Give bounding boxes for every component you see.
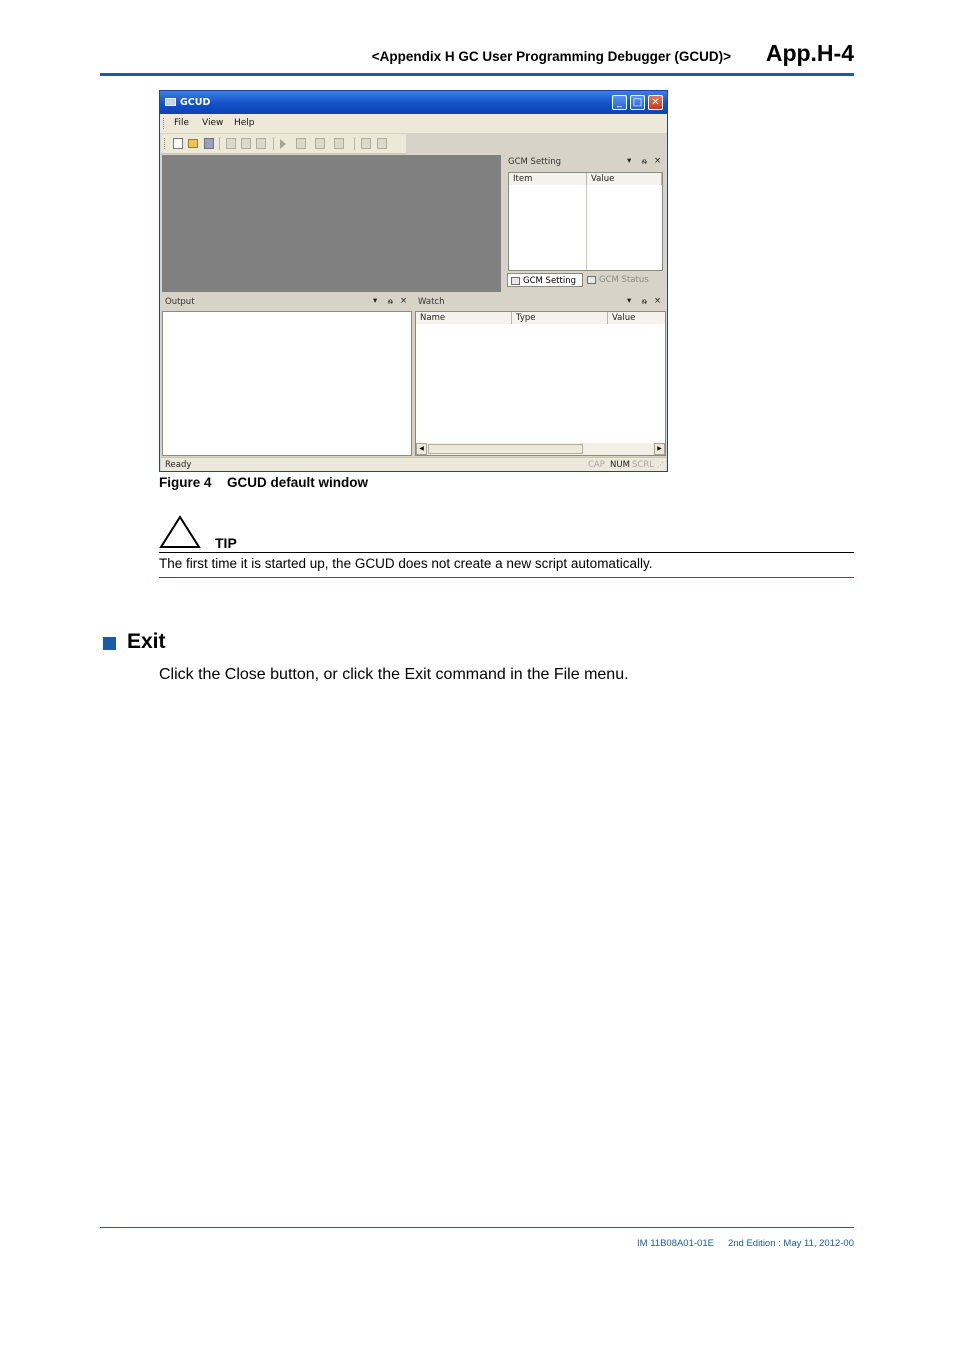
page-footer: IM 11B08A01-01E 2nd Edition : May 11, 201… bbox=[400, 1238, 854, 1249]
scrl-indicator: SCRL bbox=[632, 460, 654, 470]
edition-text: 2nd Edition : May 11, 2012-00 bbox=[727, 1238, 854, 1249]
tip-bottom-rule bbox=[159, 577, 854, 578]
toolbar-separator bbox=[219, 137, 220, 150]
run-icon[interactable] bbox=[280, 139, 286, 149]
header-title: <Appendix H GC User Programming Debugger… bbox=[371, 49, 731, 64]
tip-text: The first time it is started up, the GCU… bbox=[159, 556, 653, 571]
scrollbar-thumb[interactable] bbox=[428, 444, 583, 454]
section-title: Exit bbox=[127, 630, 166, 653]
watch-pane-title: Watch bbox=[418, 297, 445, 307]
mdi-workspace bbox=[162, 155, 501, 292]
close-button[interactable]: ✕ bbox=[648, 95, 663, 110]
gcm-settings-list[interactable]: Item Value bbox=[508, 172, 663, 271]
figure-caption: Figure 4 GCUD default window bbox=[159, 475, 368, 490]
toolbar bbox=[161, 134, 406, 154]
step-into-icon[interactable] bbox=[296, 138, 306, 149]
cut-icon[interactable] bbox=[226, 138, 236, 149]
gcm-pane-title: GCM Setting bbox=[508, 157, 561, 167]
breakpoint-icon[interactable] bbox=[361, 138, 371, 149]
tip-rule bbox=[159, 552, 854, 553]
tip-triangle-icon bbox=[159, 515, 201, 548]
figure-number: Figure 4 bbox=[159, 475, 212, 490]
pane-menu-icon[interactable]: ▾ bbox=[373, 296, 377, 306]
pane-close-icon[interactable]: × bbox=[654, 156, 661, 166]
header-rule bbox=[100, 73, 854, 76]
pin-icon[interactable]: ᵰ bbox=[642, 156, 647, 167]
gcud-window-screenshot: GCUD _ □ ✕ File View Help GCM Setting ▾ … bbox=[159, 90, 668, 472]
pane-close-icon[interactable]: × bbox=[400, 296, 407, 306]
pane-close-icon[interactable]: × bbox=[654, 296, 661, 306]
status-text: Ready bbox=[165, 460, 192, 470]
clear-breakpoints-icon[interactable] bbox=[377, 138, 387, 149]
output-text-area[interactable] bbox=[162, 311, 412, 456]
tab-gcm-status[interactable]: GCM Status bbox=[584, 273, 660, 287]
minimize-button[interactable]: _ bbox=[612, 95, 627, 110]
scroll-left-icon[interactable]: ◀ bbox=[416, 443, 427, 455]
watch-list[interactable]: Name Type Value ◀ ▶ bbox=[415, 311, 666, 456]
new-file-icon[interactable] bbox=[173, 138, 183, 149]
step-out-icon[interactable] bbox=[334, 138, 344, 149]
output-pane-header: Output ▾ ᵰ × bbox=[162, 295, 412, 308]
watch-pane-header: Watch ▾ ᵰ × bbox=[415, 295, 666, 308]
toolbar-separator bbox=[273, 137, 274, 150]
tab-gcm-setting-label: GCM Setting bbox=[523, 276, 576, 286]
footer-rule bbox=[100, 1227, 854, 1228]
menu-file[interactable]: File bbox=[174, 118, 189, 128]
column-header-value[interactable]: Value bbox=[608, 312, 665, 324]
settings-tab-icon bbox=[511, 277, 520, 285]
resize-grip-icon[interactable]: ⋰ bbox=[657, 461, 664, 469]
output-pane-title: Output bbox=[165, 297, 195, 307]
app-icon bbox=[165, 98, 176, 106]
pane-menu-icon[interactable]: ▾ bbox=[627, 296, 631, 306]
column-header-value[interactable]: Value bbox=[587, 173, 662, 185]
pin-icon[interactable]: ᵰ bbox=[388, 296, 393, 307]
menu-help[interactable]: Help bbox=[234, 118, 255, 128]
tab-gcm-status-label: GCM Status bbox=[599, 275, 649, 285]
toolbar-grip-icon bbox=[164, 138, 167, 149]
num-indicator: NUM bbox=[610, 460, 630, 470]
open-folder-icon[interactable] bbox=[188, 139, 198, 148]
horizontal-scrollbar[interactable]: ◀ ▶ bbox=[416, 443, 665, 455]
section-bullet-icon bbox=[103, 637, 116, 650]
pane-menu-icon[interactable]: ▾ bbox=[627, 156, 631, 166]
column-header-name[interactable]: Name bbox=[416, 312, 512, 324]
menu-grip-icon bbox=[163, 118, 166, 129]
column-divider bbox=[586, 185, 587, 270]
title-bar: GCUD _ □ ✕ bbox=[160, 91, 667, 114]
app-title: GCUD bbox=[180, 97, 211, 108]
column-header-type[interactable]: Type bbox=[512, 312, 608, 324]
figure-title: GCUD default window bbox=[227, 475, 368, 490]
menu-view[interactable]: View bbox=[202, 118, 223, 128]
toolbar-separator bbox=[354, 137, 355, 150]
step-over-icon[interactable] bbox=[315, 138, 325, 149]
pin-icon[interactable]: ᵰ bbox=[642, 296, 647, 307]
maximize-button[interactable]: □ bbox=[630, 95, 645, 110]
cap-indicator: CAP bbox=[588, 460, 605, 470]
section-body: Click the Close button, or click the Exi… bbox=[159, 666, 629, 683]
document-id: IM 11B08A01-01E bbox=[637, 1238, 714, 1249]
tab-gcm-setting[interactable]: GCM Setting bbox=[507, 273, 583, 287]
scroll-right-icon[interactable]: ▶ bbox=[654, 443, 665, 455]
tip-label: TIP bbox=[215, 535, 237, 551]
status-bar: Ready CAP NUM SCRL ⋰ bbox=[161, 457, 666, 471]
status-tab-icon bbox=[587, 276, 596, 284]
paste-icon[interactable] bbox=[256, 138, 266, 149]
page-number: App.H-4 bbox=[765, 40, 854, 66]
save-icon[interactable] bbox=[204, 138, 214, 149]
menu-bar: File View Help bbox=[160, 114, 667, 133]
copy-icon[interactable] bbox=[241, 138, 251, 149]
gcm-pane-header: GCM Setting ▾ ᵰ × bbox=[505, 155, 666, 168]
column-header-item[interactable]: Item bbox=[509, 173, 587, 185]
